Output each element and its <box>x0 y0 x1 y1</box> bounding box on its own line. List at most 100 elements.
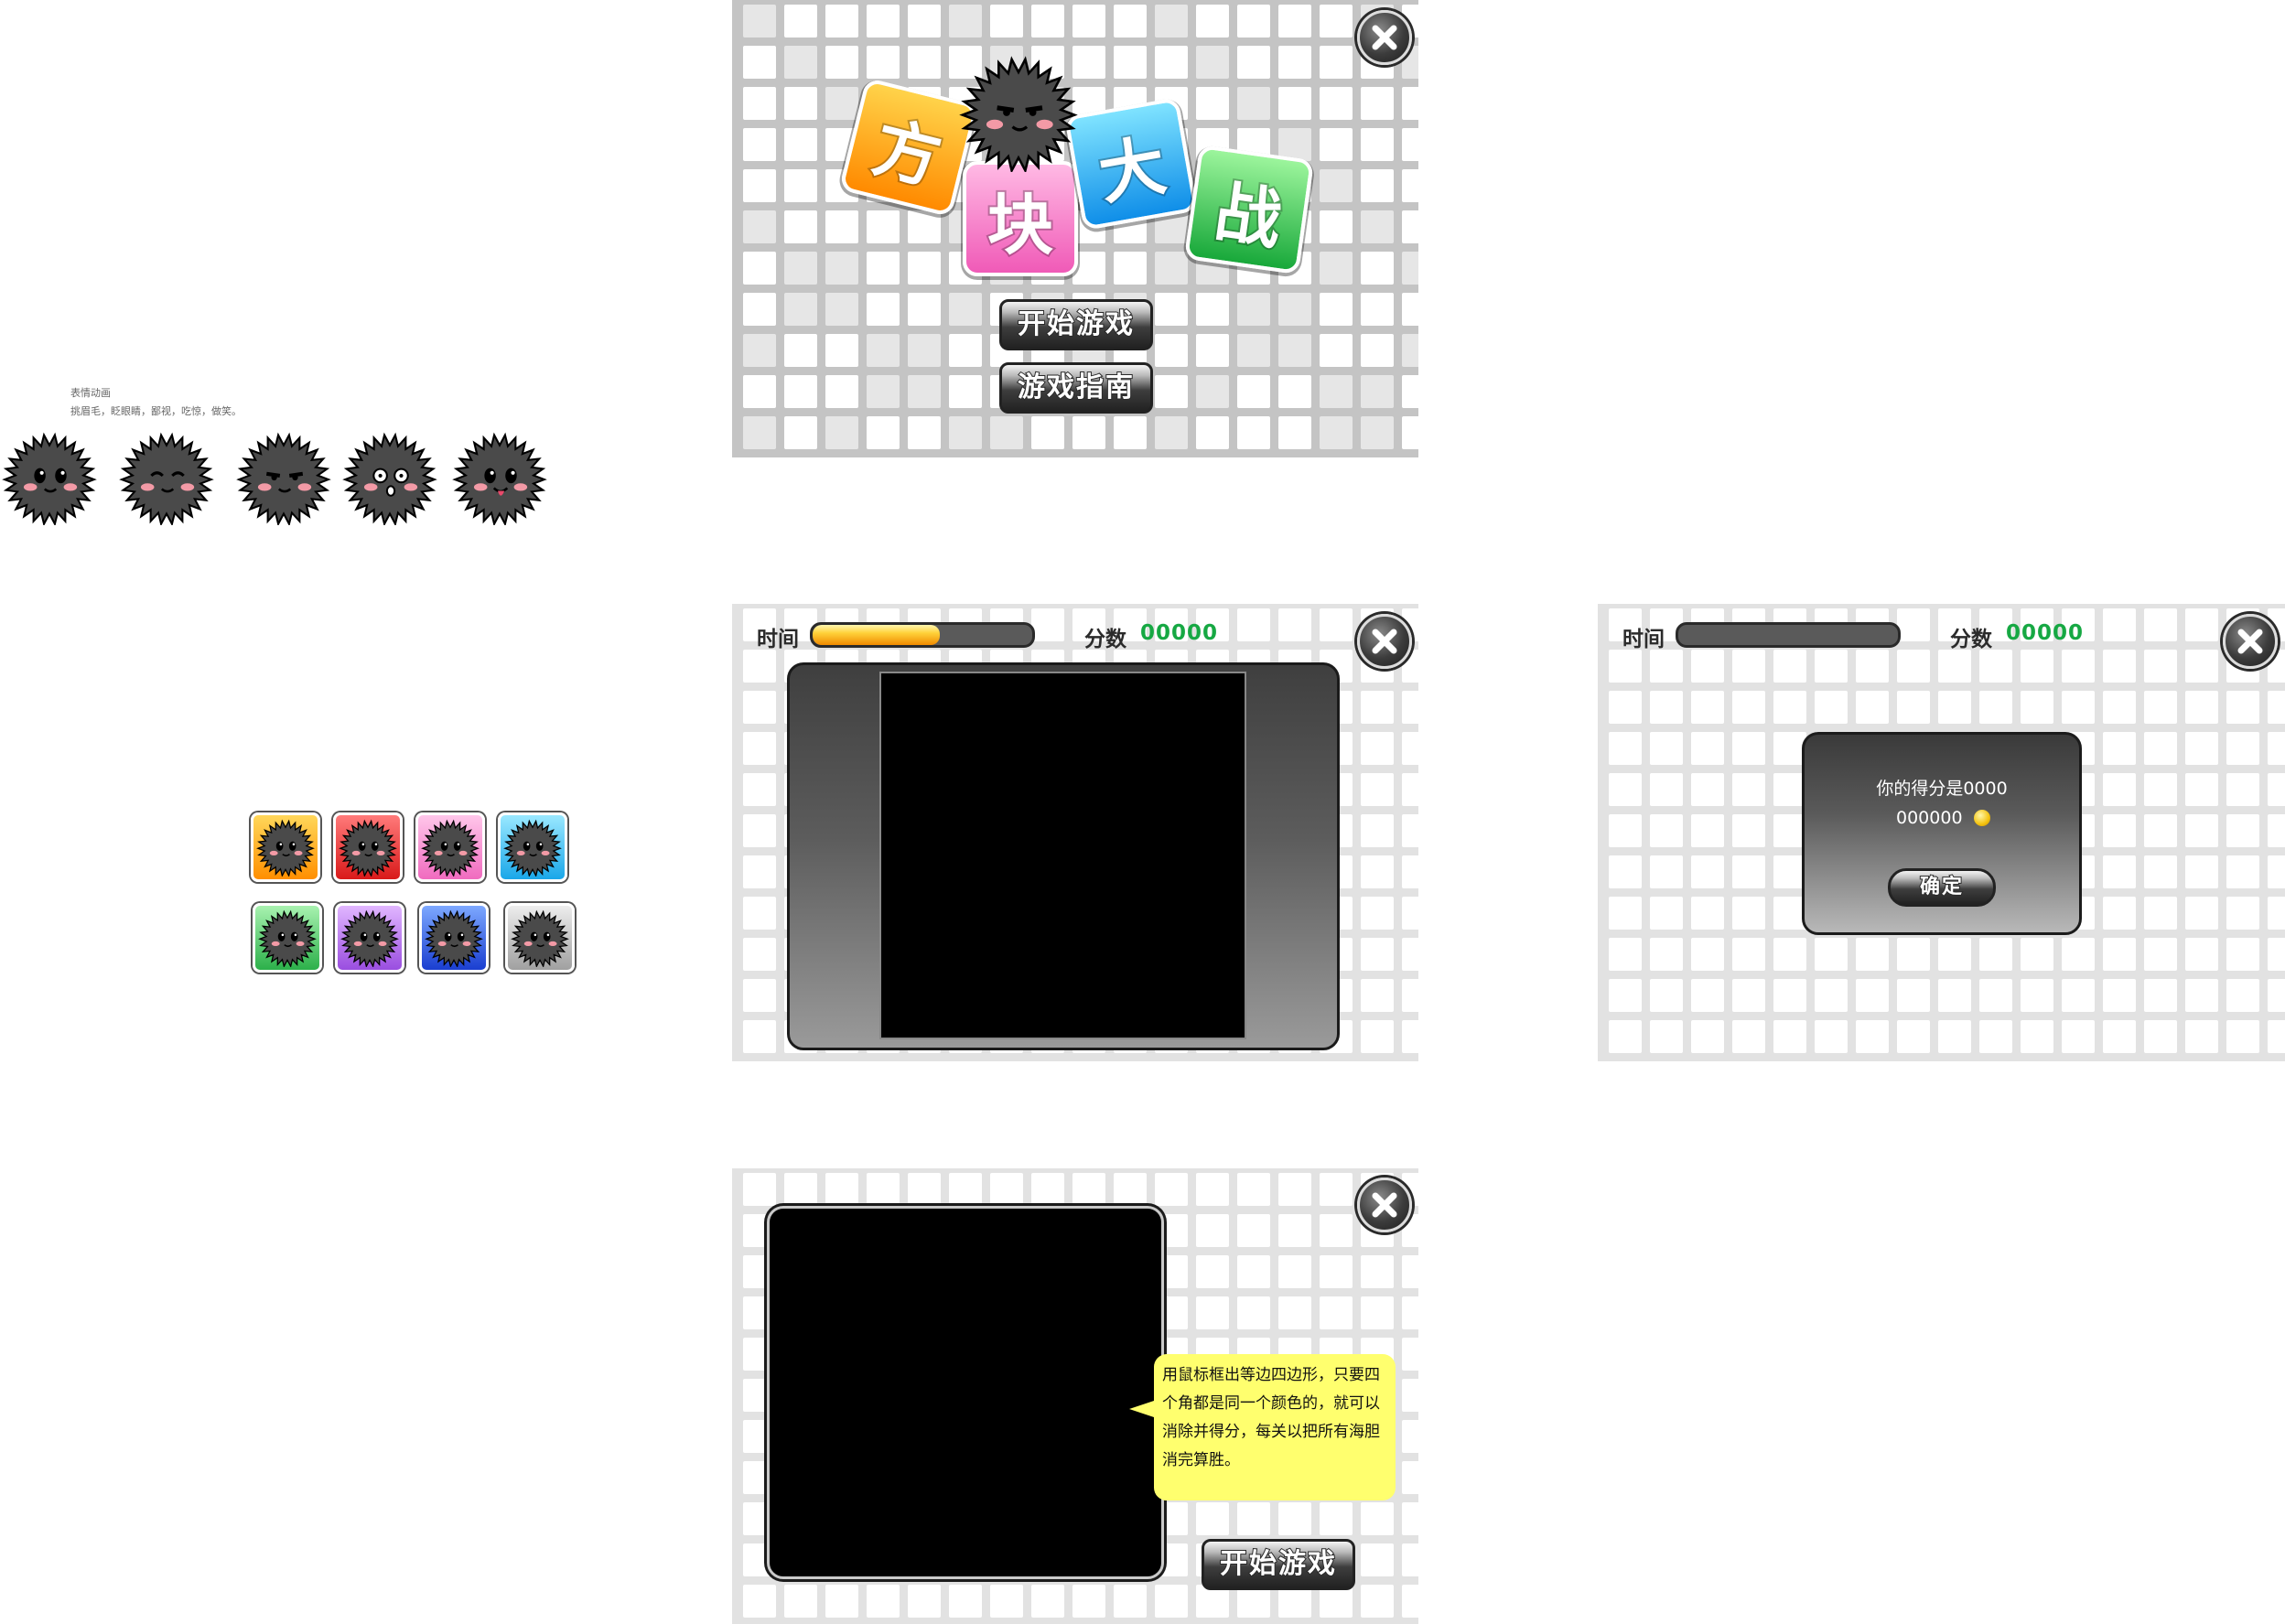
grid-cell <box>1361 814 1394 847</box>
grid-cell <box>2185 732 2218 765</box>
game-board[interactable] <box>879 672 1246 1039</box>
grid-cell <box>1732 1020 1765 1053</box>
start-game-button[interactable]: 开始游戏 <box>1202 1539 1355 1590</box>
grid-cell <box>743 1173 776 1206</box>
grid-cell <box>1402 334 1418 367</box>
tile-color-samples <box>247 810 586 974</box>
ok-button[interactable]: 确定 <box>1888 868 1996 907</box>
score-label: 分数 <box>1084 628 1126 651</box>
close-icon[interactable] <box>1357 614 1412 669</box>
logo-tile-zhan: 战 <box>1183 144 1315 275</box>
grid-cell <box>908 416 941 449</box>
grid-cell <box>1979 1020 2012 1053</box>
grid-cell <box>949 334 982 367</box>
grid-cell <box>743 855 776 888</box>
urchin-icon <box>503 818 562 880</box>
urchin-emotion-tongue <box>452 430 547 529</box>
grid-cell <box>1361 169 1394 202</box>
grid-cell <box>2062 979 2095 1012</box>
grid-cell <box>867 1173 900 1206</box>
logo-char: 方 <box>864 106 950 200</box>
grid-cell <box>1897 979 1930 1012</box>
grid-cell <box>1237 293 1270 326</box>
grid-cell <box>784 5 817 38</box>
grid-cell <box>1196 1296 1229 1329</box>
grid-cell <box>2226 1020 2259 1053</box>
grid-cell <box>1114 416 1147 449</box>
grid-cell <box>1691 855 1724 888</box>
grid-cell <box>1609 979 1642 1012</box>
grid-cell <box>1609 897 1642 930</box>
urchin-icon <box>256 818 315 880</box>
grid-cell <box>990 5 1023 38</box>
grid-cell <box>1979 938 2012 971</box>
grid-cell <box>949 293 982 326</box>
grid-cell <box>2021 1020 2053 1053</box>
grid-cell <box>990 416 1023 449</box>
grid-cell <box>1320 1296 1353 1329</box>
grid-cell <box>743 46 776 79</box>
grid-cell <box>1361 334 1394 367</box>
grid-cell <box>1278 87 1311 120</box>
grid-cell <box>1320 46 1353 79</box>
grid-cell <box>784 210 817 243</box>
logo-char: 战 <box>1209 171 1288 260</box>
grid-cell <box>743 128 776 161</box>
grid-cell <box>1196 416 1229 449</box>
grid-cell <box>1361 897 1394 930</box>
grid-cell <box>2103 691 2136 724</box>
grid-cell <box>1196 375 1229 408</box>
grid-cell <box>990 1173 1023 1206</box>
grid-cell <box>1114 1585 1147 1618</box>
grid-cell <box>1691 814 1724 847</box>
grid-cell <box>1361 87 1394 120</box>
grid-cell <box>1773 650 1806 683</box>
grid-cell <box>867 1585 900 1618</box>
grid-cell <box>1609 938 1642 971</box>
grid-cell <box>867 252 900 285</box>
grid-cell <box>825 293 858 326</box>
grid-cell <box>1650 732 1683 765</box>
grid-cell <box>2021 650 2053 683</box>
grid-cell <box>1897 650 1930 683</box>
grid-cell <box>1856 1020 1889 1053</box>
grid-cell <box>1072 1173 1105 1206</box>
grid-cell <box>825 1173 858 1206</box>
grid-cell <box>2185 855 2218 888</box>
grid-cell <box>908 46 941 79</box>
grid-cell <box>784 128 817 161</box>
grid-cell <box>1650 855 1683 888</box>
grid-cell <box>1732 814 1765 847</box>
grid-cell <box>2062 650 2095 683</box>
grid-cell <box>1320 1255 1353 1288</box>
grid-cell <box>2185 938 2218 971</box>
grid-cell <box>1361 293 1394 326</box>
grid-cell <box>1072 5 1105 38</box>
grid-cell <box>1155 252 1188 285</box>
grid-cell <box>1402 1461 1418 1494</box>
emotion-caption-title: 表情动画 <box>70 387 111 399</box>
grid-cell <box>1691 773 1724 806</box>
grid-cell <box>1938 1020 1971 1053</box>
grid-cell <box>1773 691 1806 724</box>
start-game-button[interactable]: 开始游戏 <box>999 299 1153 350</box>
grid-cell <box>1361 252 1394 285</box>
close-icon[interactable] <box>2223 614 2278 669</box>
grid-cell <box>743 293 776 326</box>
grid-cell <box>1402 128 1418 161</box>
grid-cell <box>743 814 776 847</box>
grid-cell <box>908 334 941 367</box>
grid-cell <box>867 375 900 408</box>
grid-cell <box>2268 1020 2285 1053</box>
close-icon[interactable] <box>1357 1178 1412 1232</box>
grid-cell <box>2144 732 2177 765</box>
grid-cell <box>1114 252 1147 285</box>
grid-cell <box>1732 650 1765 683</box>
grid-cell <box>2103 1020 2136 1053</box>
game-guide-button[interactable]: 游戏指南 <box>999 362 1153 414</box>
grid-cell <box>1402 855 1418 888</box>
grid-cell <box>1320 1502 1353 1535</box>
close-icon[interactable] <box>1357 10 1412 65</box>
grid-cell <box>1361 1296 1394 1329</box>
grid-cell <box>1815 979 1848 1012</box>
